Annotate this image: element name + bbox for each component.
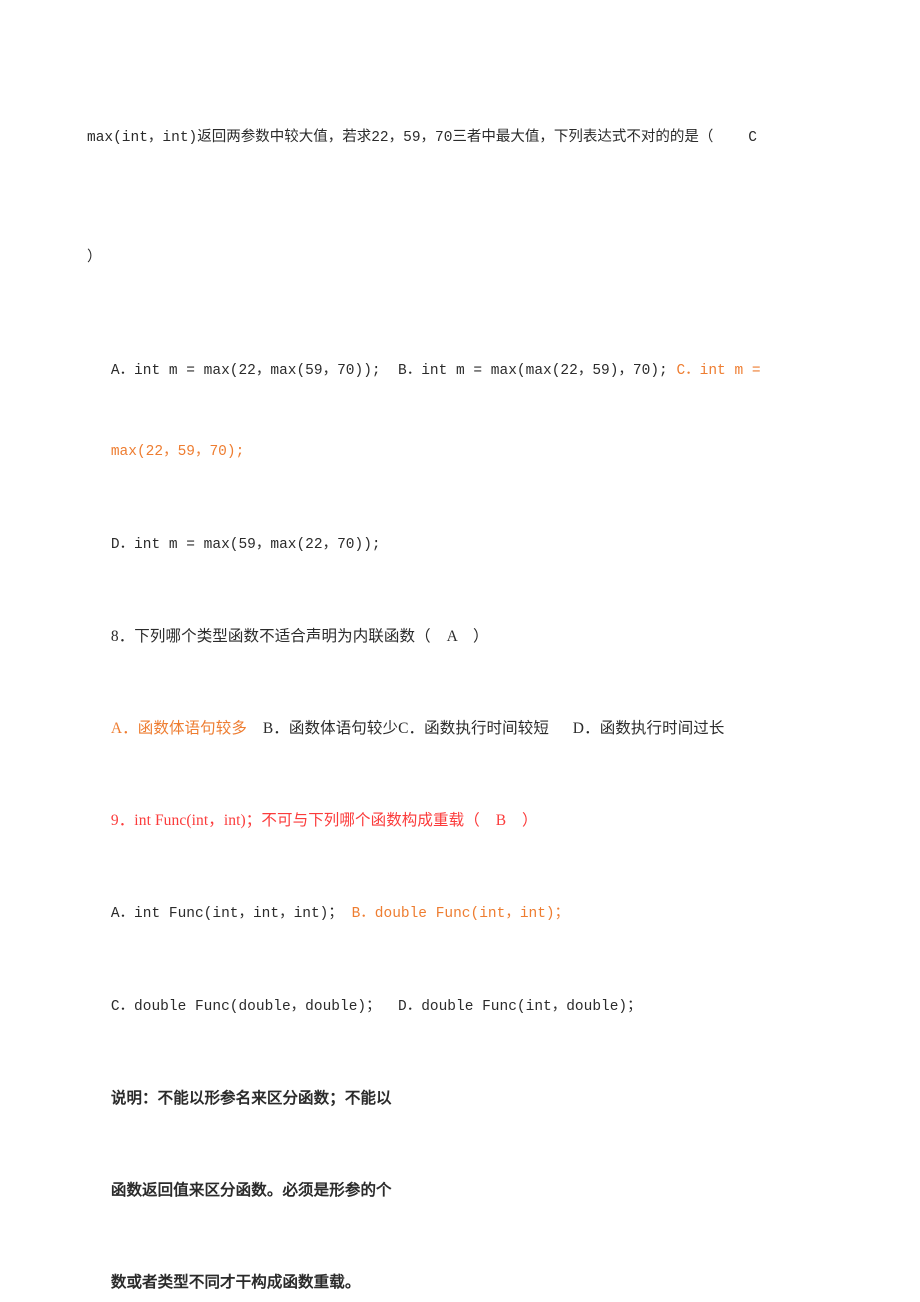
explanation-note-line-1-text: 说明：不能以形参名来区分函数；不能以 — [110, 1090, 392, 1107]
question-8-option-a: A．函数体语句较多 — [110, 720, 247, 737]
explanation-note-line-1: 说明：不能以形参名来区分函数；不能以 — [87, 1069, 837, 1129]
question-8-stem: 8．下列哪个类型函数不适合声明为内联函数（ A ） — [87, 607, 837, 667]
document-page: max(int，int)返回两参数中较大值，若求22，59，70三者中最大值，下… — [0, 0, 920, 1302]
question-9-options-cd: C．double Func(double，double)； D．double F… — [87, 976, 837, 1037]
question-9-stem: 9．int Func(int，int)；不可与下列哪个函数构成重载（ B ） — [87, 791, 837, 851]
explanation-note-line-2-text: 函数返回值来区分函数。必须是形参的个 — [110, 1182, 392, 1199]
question-8-options-bcd: B．函数体语句较少C．函数执行时间较短 D．函数执行时间过长 — [246, 720, 725, 737]
question-7-stem: max(int，int)返回两参数中较大值，若求22，59，70三者中最大值，下… — [87, 88, 837, 188]
question-9-options-ab: A．int Func(int，int，int)； B．double Func(i… — [87, 883, 837, 944]
question-7-option-c: C．int m = — [676, 363, 770, 379]
explanation-note-line-2: 函数返回值来区分函数。必须是形参的个 — [87, 1161, 837, 1221]
question-7-option-a-b: A．int m = max(22，max(59，70)); B．int m = … — [110, 363, 677, 379]
question-7-options-abc: A．int m = max(22，max(59，70)); B．int m = … — [87, 340, 837, 401]
question-8-stem-text: 8．下列哪个类型函数不适合声明为内联函数（ A ） — [110, 628, 489, 645]
question-7-option-c-continued: max(22，59，70); — [110, 444, 245, 460]
explanation-note-line-3: 数或者类型不同才干构成函数重载。 — [87, 1253, 837, 1302]
explanation-note-line-3-text: 数或者类型不同才干构成函数重载。 — [110, 1274, 361, 1291]
question-7-stem-line-1: max(int，int)返回两参数中较大值，若求22，59，70三者中最大值，下… — [87, 130, 757, 146]
question-8-options: A．函数体语句较多 B．函数体语句较少C．函数执行时间较短 D．函数执行时间过长 — [87, 699, 837, 759]
document-body: max(int，int)返回两参数中较大值，若求22，59，70三者中最大值，下… — [87, 88, 837, 1302]
question-7-stem-line-2: ） — [87, 250, 102, 266]
question-9-option-a: A．int Func(int，int，int)； — [110, 906, 352, 922]
question-9-stem-text: 9．int Func(int，int)；不可与下列哪个函数构成重载（ B ） — [110, 812, 538, 829]
question-7-option-d: D．int m = max(59，max(22，70)); — [87, 514, 837, 575]
question-7-stem-wrap: ） — [87, 208, 837, 308]
question-7-option-c-wrap: max(22，59，70); — [87, 421, 837, 482]
question-7-option-d-text: D．int m = max(59，max(22，70)); — [110, 537, 381, 553]
question-9-option-b: B．double Func(int，int)； — [351, 906, 570, 922]
question-9-options-cd-text: C．double Func(double，double)； D．double F… — [110, 999, 642, 1015]
